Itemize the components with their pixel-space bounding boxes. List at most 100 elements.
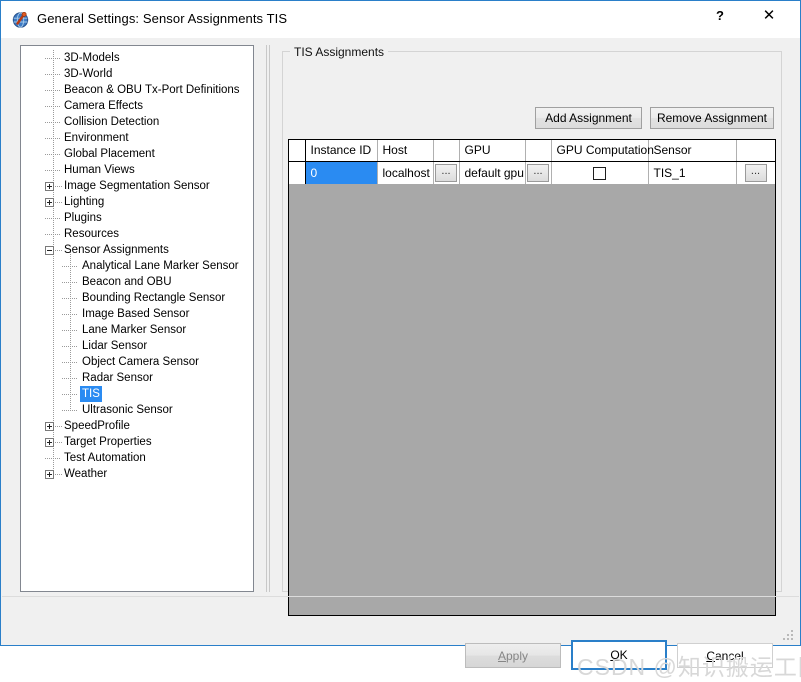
- expand-icon[interactable]: [45, 182, 54, 191]
- tree-item-label: Environment: [64, 132, 129, 144]
- tree-item-label: Lane Marker Sensor: [82, 324, 187, 336]
- tree-item-label: Analytical Lane Marker Sensor: [82, 260, 239, 272]
- resize-grip[interactable]: [783, 630, 795, 642]
- settings-tree[interactable]: 3D-Models 3D-World Beacon & OBU Tx-Port De…: [20, 45, 254, 592]
- col-header-gpu-browse[interactable]: [525, 140, 552, 162]
- panel-splitter[interactable]: [264, 45, 270, 592]
- tis-assignments-table[interactable]: Instance ID Host GPU GPU Computation Sen…: [288, 139, 776, 616]
- tree-item-beacon-obu-tx-port-definitions[interactable]: Beacon & OBU Tx-Port Definitions: [21, 82, 253, 98]
- tree-connector: [62, 346, 78, 347]
- expand-icon[interactable]: [45, 422, 54, 431]
- help-button[interactable]: ?: [697, 1, 743, 31]
- expand-icon[interactable]: [45, 198, 54, 207]
- col-header-host[interactable]: Host: [377, 140, 434, 162]
- tree-item-lane-marker-sensor[interactable]: Lane Marker Sensor: [21, 322, 253, 338]
- cell-host[interactable]: localhost: [377, 161, 434, 184]
- tree-item-radar-sensor[interactable]: Radar Sensor: [21, 370, 253, 386]
- tree-connector: [45, 58, 61, 59]
- col-header-sensor[interactable]: Sensor: [648, 140, 737, 162]
- collapse-icon[interactable]: [45, 246, 54, 255]
- row-selector-cell[interactable]: [289, 161, 306, 184]
- tree-connector: [55, 426, 62, 427]
- cell-gpu-browse[interactable]: ...: [525, 161, 552, 184]
- cell-gpu[interactable]: default gpu: [459, 161, 526, 184]
- tree-connector: [62, 314, 78, 315]
- remove-assignment-button[interactable]: Remove Assignment: [650, 107, 774, 129]
- tree-item-lidar-sensor[interactable]: Lidar Sensor: [21, 338, 253, 354]
- tree-item-3d-models[interactable]: 3D-Models: [21, 50, 253, 66]
- tree-item-camera-effects[interactable]: Camera Effects: [21, 98, 253, 114]
- tree-connector: [45, 234, 61, 235]
- tree-item-resources[interactable]: Resources: [21, 226, 253, 242]
- tree-connector: [55, 186, 62, 187]
- tree-connector: [45, 154, 61, 155]
- tree-item-3d-world[interactable]: 3D-World: [21, 66, 253, 82]
- tree-item-weather[interactable]: Weather: [21, 466, 253, 482]
- col-header-corner[interactable]: [289, 140, 306, 162]
- tree-connector: [62, 298, 78, 299]
- tree-item-speedprofile[interactable]: SpeedProfile: [21, 418, 253, 434]
- tree-item-human-views[interactable]: Human Views: [21, 162, 253, 178]
- tree-item-ultrasonic-sensor[interactable]: Ultrasonic Sensor: [21, 402, 253, 418]
- tree-item-label: Beacon and OBU: [82, 276, 172, 288]
- sensor-browse-button[interactable]: ...: [744, 163, 767, 182]
- tree-item-image-based-sensor[interactable]: Image Based Sensor: [21, 306, 253, 322]
- tree-item-sensor-assignments[interactable]: Sensor Assignments: [21, 242, 253, 258]
- col-header-gpu-computation[interactable]: GPU Computation: [551, 140, 654, 162]
- tree-connector: [45, 122, 61, 123]
- col-header-gpu[interactable]: GPU: [459, 140, 526, 162]
- tree-connector: [62, 282, 78, 283]
- settings-dialog-window: General Settings: Sensor Assignments TIS…: [0, 0, 801, 680]
- tree-item-beacon-and-obu[interactable]: Beacon and OBU: [21, 274, 253, 290]
- cell-instance-id[interactable]: 0: [305, 161, 378, 184]
- add-assignment-button[interactable]: Add Assignment: [535, 107, 642, 129]
- cell-host-browse[interactable]: ...: [433, 161, 460, 184]
- tree-connector: [45, 138, 61, 139]
- cell-sensor-browse[interactable]: ...: [736, 161, 775, 184]
- tree-connector: [45, 170, 61, 171]
- table-row[interactable]: 0 localhost ... default gpu ... TIS_1 ..…: [289, 161, 775, 184]
- tree-item-label: Sensor Assignments: [64, 244, 169, 256]
- tree-item-target-properties[interactable]: Target Properties: [21, 434, 253, 450]
- titlebar: General Settings: Sensor Assignments TIS…: [1, 1, 800, 38]
- footer-divider: [2, 596, 799, 597]
- expand-icon[interactable]: [45, 438, 54, 447]
- col-header-host-browse[interactable]: [433, 140, 460, 162]
- expand-icon[interactable]: [45, 470, 54, 479]
- tree-item-collision-detection[interactable]: Collision Detection: [21, 114, 253, 130]
- tree-item-label: Image Segmentation Sensor: [64, 180, 210, 192]
- tree-item-tis[interactable]: TIS: [21, 386, 253, 402]
- tree-item-plugins[interactable]: Plugins: [21, 210, 253, 226]
- tree-item-bounding-rectangle-sensor[interactable]: Bounding Rectangle Sensor: [21, 290, 253, 306]
- tree-item-test-automation[interactable]: Test Automation: [21, 450, 253, 466]
- tree-connector: [45, 218, 61, 219]
- tree-item-environment[interactable]: Environment: [21, 130, 253, 146]
- tree-item-label: Object Camera Sensor: [82, 356, 199, 368]
- col-header-sensor-browse[interactable]: [736, 140, 775, 162]
- cell-sensor[interactable]: TIS_1: [648, 161, 737, 184]
- gpu-computation-checkbox[interactable]: [593, 166, 606, 180]
- tree-item-analytical-lane-marker-sensor[interactable]: Analytical Lane Marker Sensor: [21, 258, 253, 274]
- tree-item-label: Ultrasonic Sensor: [82, 404, 173, 416]
- tree-item-global-placement[interactable]: Global Placement: [21, 146, 253, 162]
- host-browse-button[interactable]: ...: [435, 163, 457, 182]
- ok-button[interactable]: OK: [571, 640, 667, 670]
- tree-connector: [45, 458, 61, 459]
- apply-button[interactable]: Apply: [465, 643, 561, 668]
- gpu-browse-button[interactable]: ...: [527, 163, 549, 182]
- assignments-grid: Instance ID Host GPU GPU Computation Sen…: [289, 140, 775, 184]
- col-header-instance-id[interactable]: Instance ID: [305, 140, 378, 162]
- tree-connector: [55, 442, 62, 443]
- tree-item-label: 3D-Models: [64, 52, 120, 64]
- tree-item-label: Test Automation: [64, 452, 146, 464]
- cell-gpu-computation[interactable]: [551, 161, 649, 184]
- tree-item-label: Collision Detection: [64, 116, 160, 128]
- cancel-button[interactable]: Cancel: [677, 643, 773, 668]
- tree-item-label: Lidar Sensor: [82, 340, 148, 352]
- tree-item-lighting[interactable]: Lighting: [21, 194, 253, 210]
- tree-item-image-segmentation-sensor[interactable]: Image Segmentation Sensor: [21, 178, 253, 194]
- globe-sensor-icon: [12, 11, 30, 29]
- close-button[interactable]: ✕: [746, 1, 792, 31]
- tree-connector: [55, 202, 62, 203]
- tree-item-object-camera-sensor[interactable]: Object Camera Sensor: [21, 354, 253, 370]
